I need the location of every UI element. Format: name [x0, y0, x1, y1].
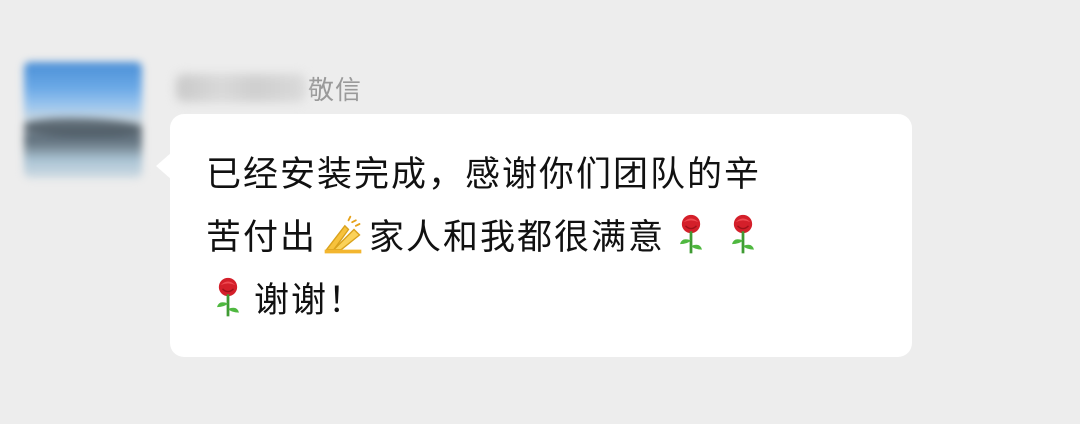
- sender-name-visible: 敬信: [308, 75, 363, 106]
- message-line-3: 谢谢！: [254, 281, 366, 321]
- avatar-photo-detail: [24, 118, 142, 136]
- sender-name-redacted: [176, 74, 306, 102]
- rose-icon: [732, 214, 755, 254]
- rose-icon: [217, 277, 239, 317]
- message-bubble[interactable]: 已经安装完成，感谢你们团队的辛 苦付出 家人和我都很满意 谢谢！: [156, 114, 912, 357]
- message-line-1: 已经安装完成，感谢你们团队的辛: [206, 155, 762, 195]
- folded-hands-icon: [324, 215, 362, 254]
- rose-icon: [680, 214, 703, 254]
- message-text: 已经安装完成，感谢你们团队的辛 苦付出 家人和我都很满意 谢谢！: [206, 144, 878, 333]
- message-line-2a: 苦付出: [206, 218, 318, 258]
- sender-name: 敬信: [176, 70, 362, 106]
- message-line-2b: 家人和我都很满意: [369, 218, 666, 258]
- sender-avatar[interactable]: [24, 62, 142, 178]
